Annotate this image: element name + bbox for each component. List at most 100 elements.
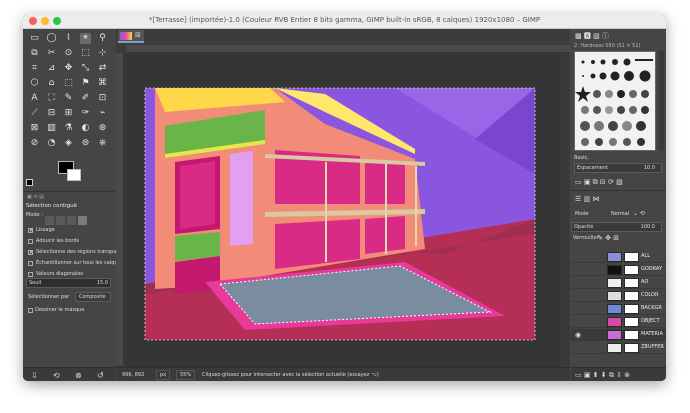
layer-mask-thumbnail [624,317,639,327]
tool-icon[interactable]: ⊹ [97,48,108,59]
tool-icon[interactable]: ✑ [80,108,91,119]
spacing-slider[interactable]: Espacement 10.0 [574,163,662,173]
tool-icon[interactable]: ⌖ [80,33,91,44]
draw-mask-checkbox[interactable] [28,308,33,313]
layer-mode-chevron-icon[interactable]: ⌄ ⟲ [633,210,645,217]
status-message: Cliquez-glissez pour intersecter avec la… [202,372,379,378]
tool-icon[interactable]: ⌇ [63,33,74,44]
lock-icons[interactable]: ✎ ✥ ⊞ [597,234,619,242]
image-tab[interactable]: ⊠ [118,30,144,43]
tool-icon[interactable]: ⊜ [80,138,91,149]
tool-icon[interactable]: ⤡ [80,63,91,74]
reset-options-icon[interactable]: ↺ [97,371,104,380]
tool-icon[interactable]: ⊡ [97,93,108,104]
layers-tab-icons[interactable]: ☰ ▥ ⋈ [575,195,599,203]
close-tab-icon[interactable]: ⊠ [135,31,141,39]
layer-name: AO [641,279,649,285]
tool-icon[interactable]: ◯ [46,33,57,44]
opacity-label: Opacité [574,224,594,230]
option-checkbox[interactable] [28,261,33,266]
layer-row[interactable]: ZBUFFER [571,342,666,354]
tool-icon[interactable]: ⬡ [29,78,40,89]
vertical-ruler[interactable] [116,53,124,365]
save-options-icon[interactable]: ⇩ [31,371,38,380]
tool-icon[interactable]: ◈ [63,138,74,149]
selection-mode-buttons[interactable] [45,210,93,225]
tool-icon[interactable]: ⊞ [63,108,74,119]
layer-mask-thumbnail [624,278,639,288]
vertical-scrollbar[interactable] [562,53,570,371]
tool-icon[interactable]: ⇄ [97,63,108,74]
layer-row[interactable]: AO [571,277,666,289]
zoom-selector[interactable]: 55% [176,370,196,380]
restore-options-icon[interactable]: ⟲ [53,371,60,380]
brush-action-icons[interactable]: ▭ ▣ ⧉ ⊟ ⟳ ▧ [575,178,623,187]
tool-icon[interactable]: ⎈ [97,138,108,149]
layer-row[interactable]: BACKGR [571,303,666,315]
tool-icon[interactable]: ✐ [80,93,91,104]
threshold-slider[interactable]: Seuil 15.0 [26,278,111,288]
layer-row[interactable]: OBJECT [571,316,666,328]
layer-name: ALL [641,253,650,259]
horizontal-ruler[interactable] [126,45,570,53]
delete-options-icon[interactable]: ⊗ [75,371,82,380]
layer-mode-dropdown[interactable]: Normal [611,211,629,217]
canvas-area[interactable] [125,54,561,370]
layer-row[interactable]: GODRAY [571,264,666,276]
option-checkbox[interactable] [28,272,33,277]
tool-icon[interactable]: ⛶ [46,93,57,104]
unit-selector[interactable]: px [156,370,171,380]
layer-row[interactable]: ALL [571,251,666,263]
tool-icon[interactable]: ⚲ [97,33,108,44]
layer-row[interactable]: COLOR [571,290,666,302]
tool-icon[interactable]: ⌘ [97,78,108,89]
brush-scrollbar[interactable] [659,51,664,151]
tool-icon[interactable]: ⊛ [97,123,108,134]
layers-footer: ▭ ▣ ⬆ ⬇ ⧉ ⇩ ⊗ [571,367,666,381]
option-checkbox[interactable]: ✕ [28,250,33,256]
layer-mask-thumbnail [624,265,639,275]
tool-icon[interactable]: ⊘ [29,138,40,149]
brush-grid[interactable] [574,51,656,151]
background-color[interactable] [67,169,81,181]
tool-options-tab-icons[interactable]: ▣ ⟲ ▤ [27,194,44,200]
tool-icon[interactable]: A [29,93,40,104]
tool-icon[interactable]: ⊿ [46,63,57,74]
layer-thumbnail [607,265,622,275]
tool-icon[interactable]: ▥ [46,123,57,134]
tool-icon[interactable]: ⌗ [29,63,40,74]
tool-icon[interactable]: ✎ [63,93,74,104]
tool-icon[interactable]: ⌁ [97,108,108,119]
layer-mask-thumbnail [624,304,639,314]
tool-icon[interactable]: ⊟ [46,108,57,119]
tool-icon[interactable]: ✥ [63,63,74,74]
eye-icon[interactable]: ◉ [575,331,581,339]
layer-thumbnail [607,252,622,262]
option-checkbox[interactable]: ✕ [28,228,33,234]
tool-icon[interactable]: ⌂ [46,78,57,89]
tool-icon[interactable]: ⬚ [63,78,74,89]
opacity-slider[interactable]: Opacité 100.0 [571,222,662,232]
foreground-color-swatch[interactable] [26,179,33,186]
tool-icon[interactable]: ⟋ [29,108,40,119]
tool-icon[interactable]: ⚗ [63,123,74,134]
tool-icon[interactable]: ▭ [29,33,40,44]
image-canvas[interactable] [125,54,561,370]
window-title: *[Terrasse] (importée)-1.0 (Couleur RVB … [148,16,541,24]
tool-icon[interactable]: ◔ [46,138,57,149]
brush-filter[interactable]: Basic, [574,155,589,161]
option-label: Valeurs diagonales [36,271,84,277]
tool-icon[interactable]: ⧉ [29,48,40,59]
option-checkbox[interactable] [28,239,33,244]
layers-action-icons[interactable]: ▭ ▣ ⬆ ⬇ ⧉ ⇩ ⊗ [575,371,630,380]
layer-row[interactable]: ◉ MATERIA [571,329,666,341]
tool-icon[interactable]: ◐ [80,123,91,134]
tool-icon[interactable]: ✂ [46,48,57,59]
tool-icon[interactable]: ⬚ [80,48,91,59]
layer-thumbnail [607,330,622,340]
dock-tab-icons[interactable]: ▩ 🅰 ▧ ⓘ [575,31,609,41]
select-by-dropdown[interactable]: Composite [75,292,111,302]
tool-icon[interactable]: ⚑ [80,78,91,89]
tool-icon[interactable]: ⊠ [29,123,40,134]
tool-icon[interactable]: ⊙ [63,48,74,59]
